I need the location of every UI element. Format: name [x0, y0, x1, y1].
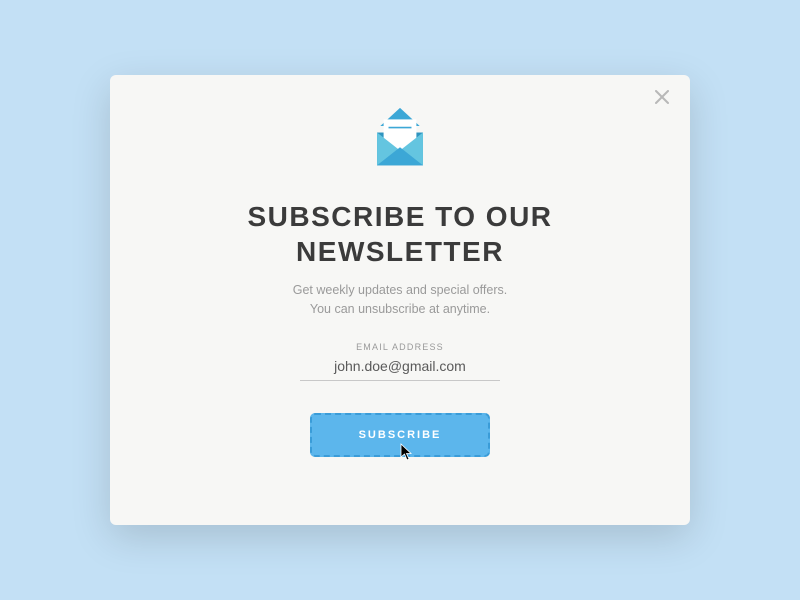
close-icon [655, 90, 669, 109]
subtitle-line-2: You can unsubscribe at anytime. [293, 300, 507, 319]
close-button[interactable] [652, 89, 672, 109]
cursor-icon [400, 443, 414, 464]
subscribe-modal: SUBSCRIBE TO OUR NEWSLETTER Get weekly u… [110, 75, 690, 525]
subtitle-line-1: Get weekly updates and special offers. [293, 281, 507, 300]
email-label: EMAIL ADDRESS [356, 342, 444, 352]
modal-subtitle: Get weekly updates and special offers. Y… [293, 281, 507, 320]
subscribe-button[interactable]: SUBSCRIBE [310, 413, 490, 457]
envelope-icon [359, 103, 441, 185]
modal-title: SUBSCRIBE TO OUR NEWSLETTER [220, 199, 580, 269]
email-input[interactable] [300, 356, 500, 381]
subscribe-button-label: SUBSCRIBE [359, 429, 442, 441]
